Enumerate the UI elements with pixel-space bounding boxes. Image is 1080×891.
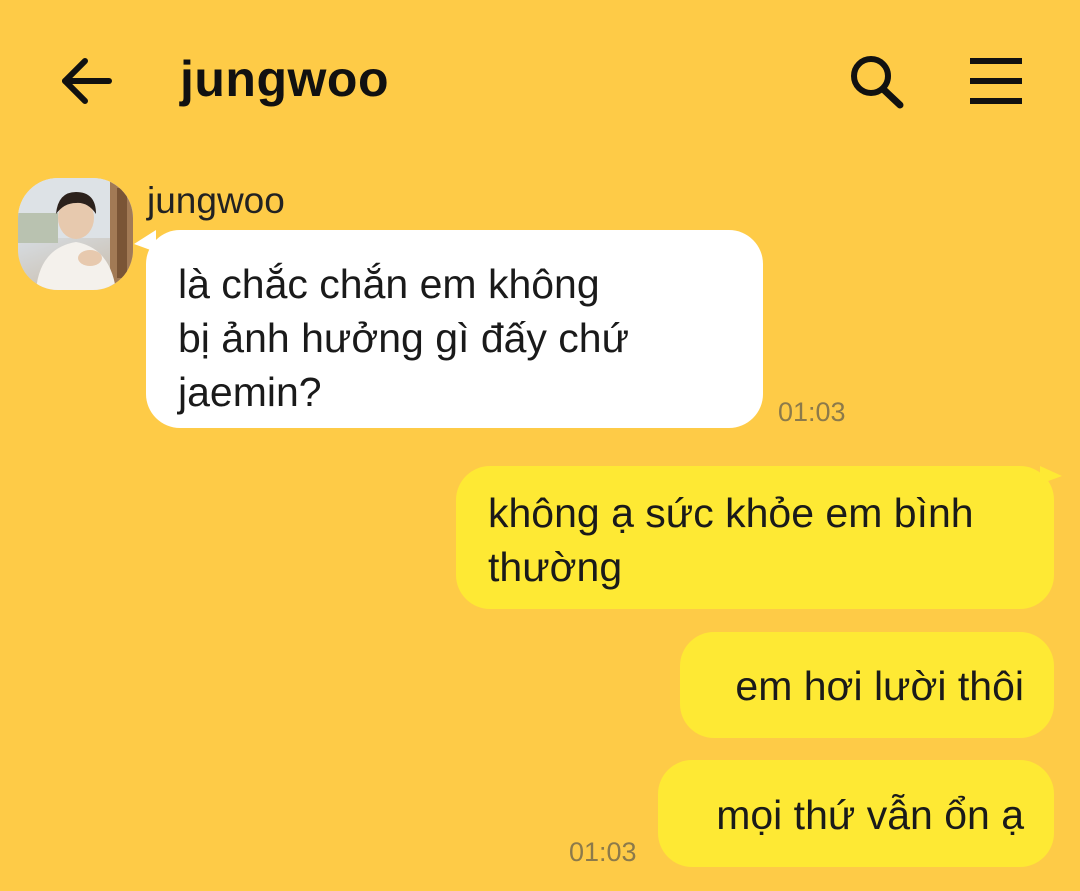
message-line: jaemin? [178,369,322,415]
message-line: không ạ sức khỏe em bình [488,490,974,536]
back-button[interactable] [56,52,120,112]
outgoing-message-bubble[interactable]: mọi thứ vẫn ổn ạ [658,760,1054,867]
chat-header: jungwoo [0,0,1080,165]
search-button[interactable] [844,52,908,112]
message-timestamp: 01:03 [778,397,846,427]
search-icon [851,56,904,109]
sender-name: jungwoo [147,180,285,221]
menu-icon [970,58,1022,104]
message-line: là chắc chắn em không [178,261,600,307]
incoming-message-bubble[interactable]: là chắc chắn em không bị ảnh hưởng gì đấ… [146,230,763,428]
outgoing-message-bubble[interactable]: em hơi lười thôi [680,632,1054,738]
message-line: mọi thứ vẫn ổn ạ [716,792,1024,838]
message-timestamp: 01:03 [569,837,637,867]
avatar[interactable] [18,178,133,290]
chat-title: jungwoo [180,51,389,107]
message-line: bị ảnh hưởng gì đấy chứ [178,315,630,361]
message-line: em hơi lười thôi [735,663,1024,709]
arrow-left-icon [62,58,112,104]
message-line: thường [488,544,623,590]
avatar-photo [18,178,133,290]
outgoing-message-bubble[interactable]: không ạ sức khỏe em bình thường [456,466,1054,609]
menu-button[interactable] [962,52,1030,112]
